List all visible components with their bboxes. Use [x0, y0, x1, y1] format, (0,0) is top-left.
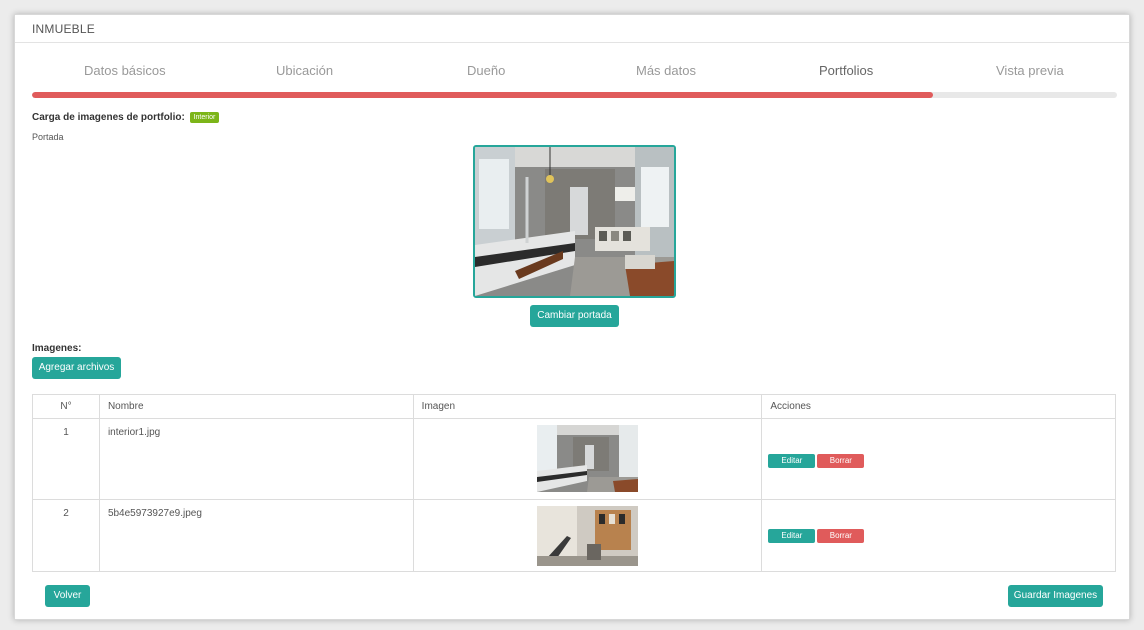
col-header-name: Nombre — [98, 394, 414, 419]
row-actions: Editar Borrar — [761, 418, 1116, 500]
row-number: 2 — [32, 499, 100, 572]
delete-button[interactable]: Borrar — [817, 529, 865, 543]
step-datos-basicos[interactable]: Datos básicos — [84, 63, 166, 78]
wizard-progress-fill — [32, 92, 933, 98]
save-images-button[interactable]: Guardar Imagenes — [1008, 585, 1103, 607]
table-header-row: N° Nombre Imagen Acciones — [32, 394, 1116, 419]
inmueble-panel: INMUEBLE Datos básicos Ubicación Dueño M… — [14, 14, 1130, 620]
wizard-progress-bar — [32, 92, 1117, 98]
row-image-cell — [412, 418, 763, 500]
step-dueno[interactable]: Dueño — [467, 63, 505, 78]
row-actions: Editar Borrar — [761, 499, 1116, 572]
cover-image — [473, 145, 676, 298]
step-portfolios[interactable]: Portfolios — [819, 63, 873, 78]
row-thumbnail — [537, 506, 639, 566]
add-files-button[interactable]: Agregar archivos — [32, 357, 121, 379]
col-header-actions: Acciones — [761, 394, 1116, 419]
portfolio-heading-text: Carga de imagenes de portfolio: — [32, 112, 185, 123]
portfolio-heading: Carga de imagenes de portfolio: Interior — [32, 112, 220, 123]
cover-label: Portada — [32, 132, 64, 142]
back-button[interactable]: Volver — [45, 585, 90, 607]
step-ubicacion[interactable]: Ubicación — [276, 63, 333, 78]
panel-title: INMUEBLE — [15, 15, 1129, 43]
row-number: 1 — [32, 418, 100, 500]
category-badge: Interior — [189, 112, 220, 123]
wizard-steps: Datos básicos Ubicación Dueño Más datos … — [15, 63, 1131, 83]
images-table: N° Nombre Imagen Acciones 1 interior1.jp… — [32, 394, 1116, 572]
step-mas-datos[interactable]: Más datos — [636, 63, 696, 78]
row-file-name: 5b4e5973927e9.jpeg — [98, 499, 414, 572]
delete-button[interactable]: Borrar — [817, 454, 865, 468]
cover-photo — [475, 147, 674, 296]
edit-button[interactable]: Editar — [768, 529, 816, 543]
table-row: 2 5b4e5973927e9.jpeg Editar Borrar — [32, 499, 1116, 572]
row-file-name: interior1.jpg — [98, 418, 414, 500]
row-image-cell — [412, 499, 763, 572]
change-cover-button[interactable]: Cambiar portada — [530, 305, 619, 327]
images-heading: Imagenes: — [32, 343, 82, 354]
step-vista-previa[interactable]: Vista previa — [996, 63, 1064, 78]
row-thumbnail — [537, 425, 639, 492]
col-header-number: N° — [32, 394, 100, 419]
table-row: 1 interior1.jpg Editar Borrar — [32, 418, 1116, 500]
edit-button[interactable]: Editar — [768, 454, 816, 468]
col-header-image: Imagen — [412, 394, 763, 419]
